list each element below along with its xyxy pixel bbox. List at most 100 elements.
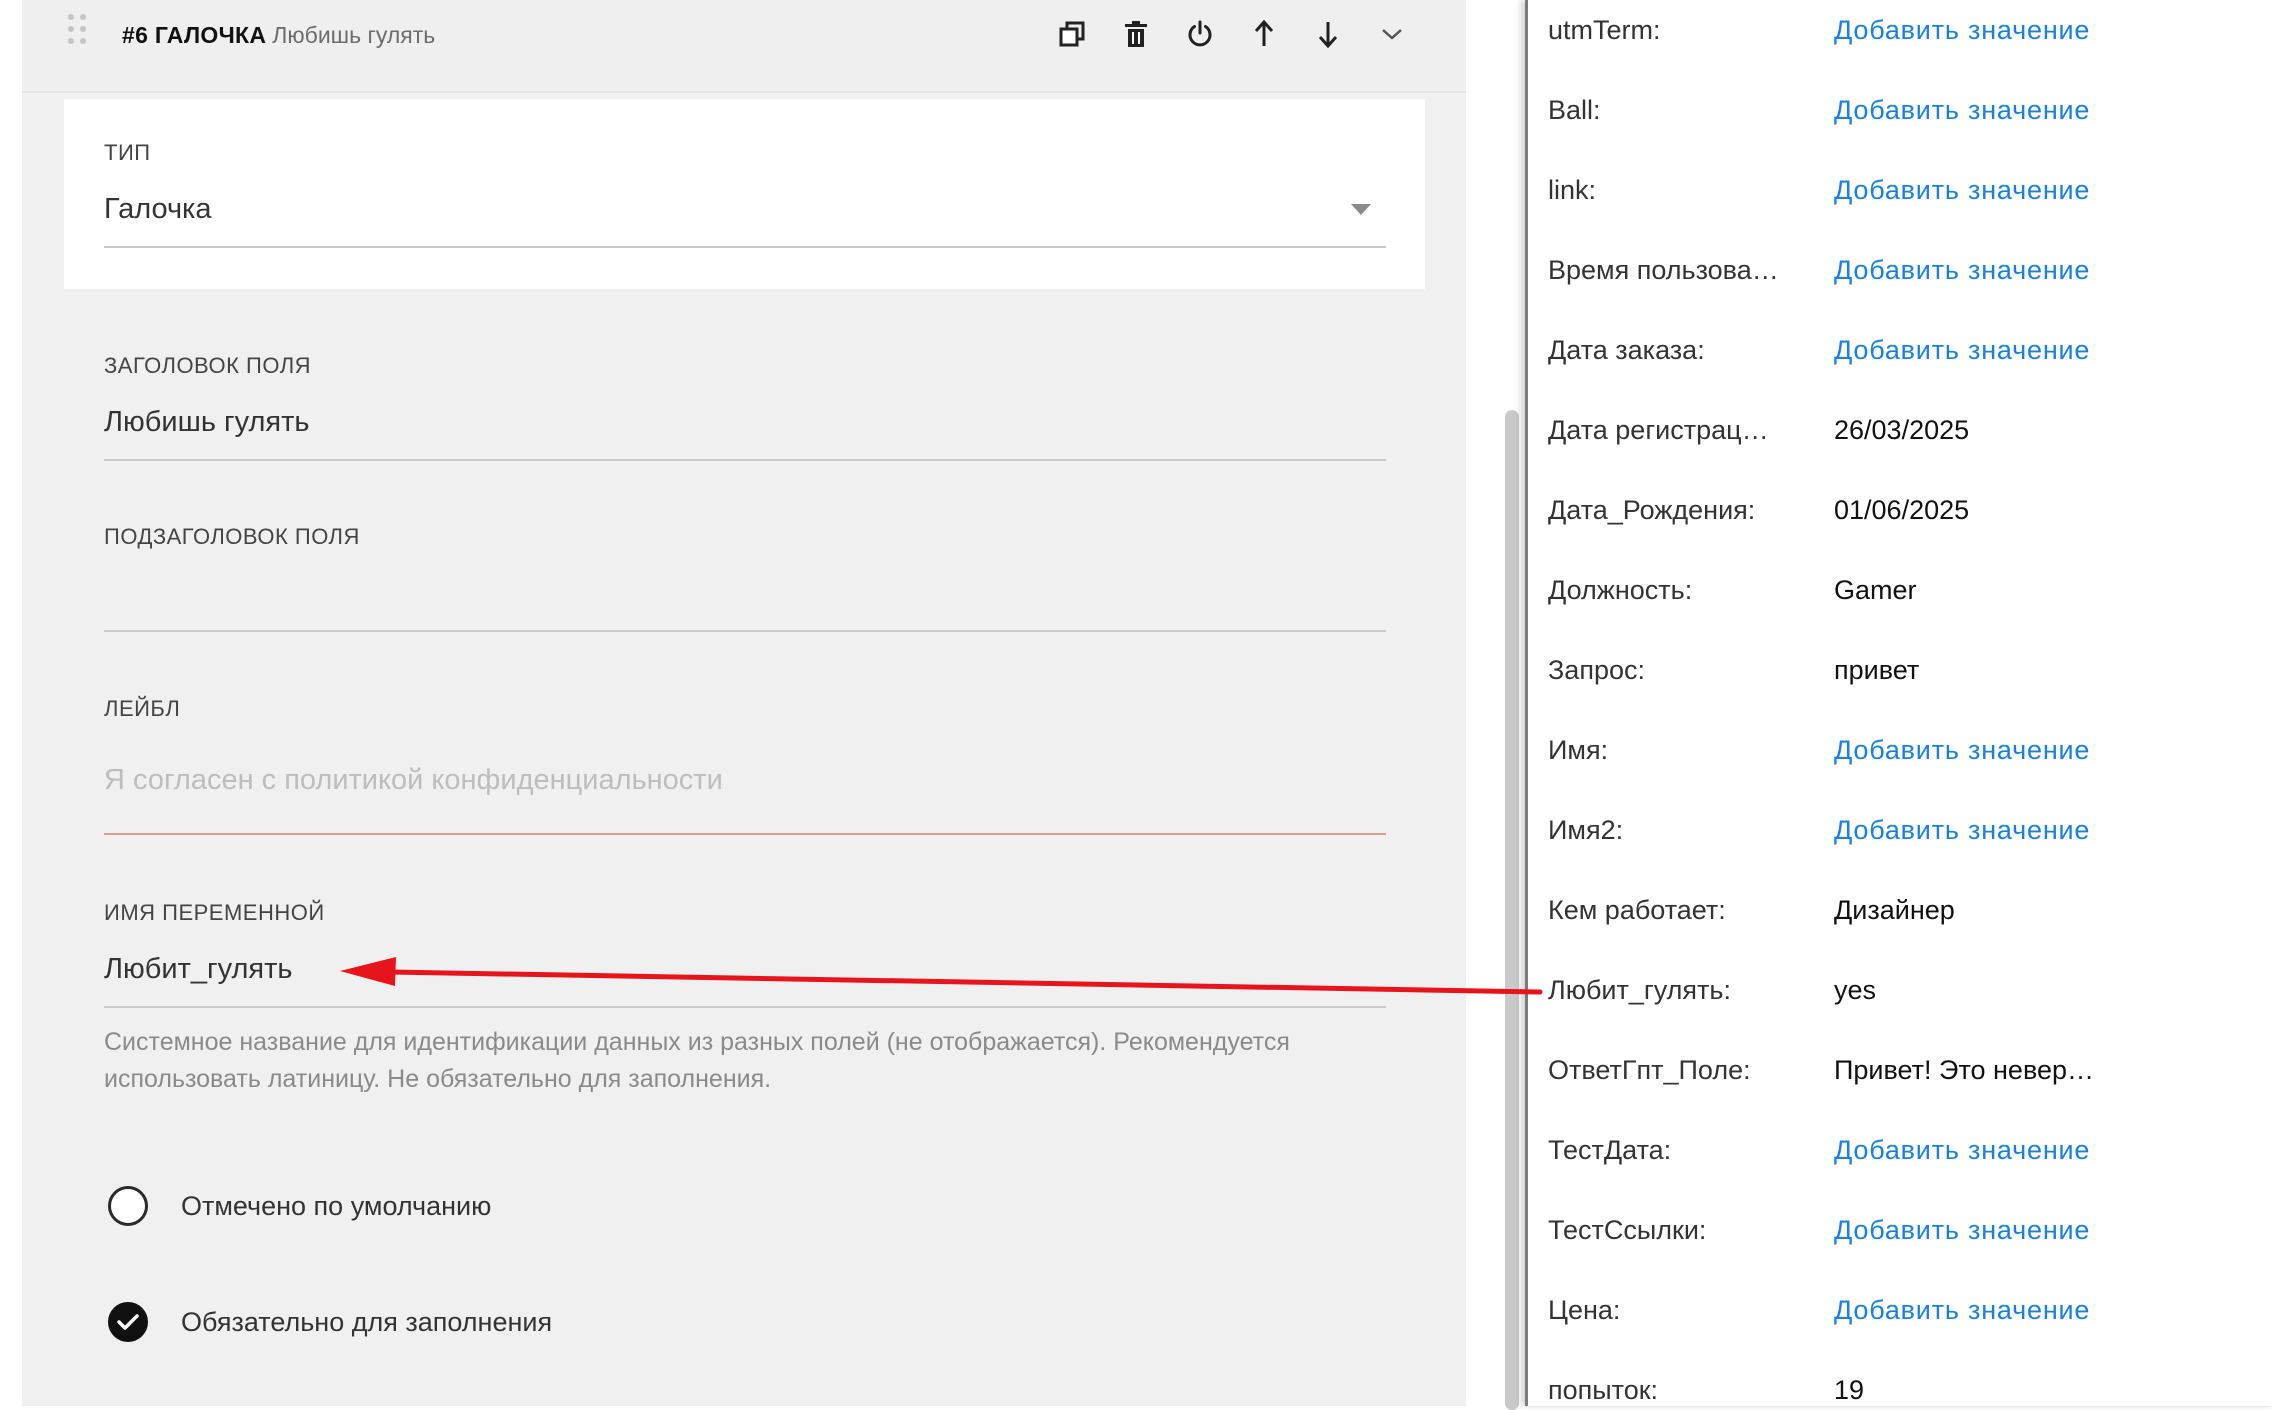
variable-value[interactable]: привет [1834, 650, 2254, 690]
checkbox-label-label: ЛЕЙБЛ [104, 696, 181, 721]
variable-name: Должность: [1548, 575, 1693, 605]
variable-row: ОтветГпт_Поле: Привет! Это невер… [1548, 1050, 2268, 1090]
variable-name: Ball: [1548, 95, 1601, 125]
variable-row: Имя2: Добавить значение [1548, 810, 2268, 850]
variable-row: Дата заказа: Добавить значение [1548, 330, 2268, 370]
variable-underline [104, 1006, 1386, 1008]
chevron-down-icon[interactable] [1372, 14, 1412, 54]
drag-handle-icon[interactable] [68, 14, 86, 50]
checkbox-label-placeholder: Я согласен с политикой конфиденциальност… [104, 764, 723, 796]
type-label: ТИП [104, 140, 151, 165]
variable-name: Дата регистрац… [1548, 415, 1769, 445]
variable-row: Время пользова… Добавить значение [1548, 250, 2268, 290]
add-value-link[interactable]: Добавить значение [1834, 250, 2254, 290]
variable-value[interactable]: 26/03/2025 [1834, 410, 2254, 450]
scrollbar-thumb[interactable] [1505, 410, 1519, 1410]
add-value-link[interactable]: Добавить значение [1834, 170, 2254, 210]
variable-row: ТестДата: Добавить значение [1548, 1130, 2268, 1170]
title-underline [104, 459, 1386, 461]
field-card-title: #6 ГАЛОЧКА Любишь гулять [122, 20, 435, 50]
variable-name: Время пользова… [1548, 255, 1779, 285]
variable-input[interactable]: Любит_гулять [104, 951, 1386, 1008]
variable-input-value: Любит_гулять [104, 953, 293, 985]
required-label: Обязательно для заполнения [181, 1306, 553, 1337]
subtitle-input[interactable] [104, 575, 1386, 632]
subtitle-field: ПОДЗАГОЛОВОК ПОЛЯ [104, 523, 1386, 551]
field-card-subtitle: Любишь гулять [272, 22, 436, 48]
select-arrow-icon[interactable] [1351, 204, 1371, 215]
variable-name: Кем работает: [1548, 895, 1726, 925]
type-field[interactable]: ТИП [104, 139, 1386, 167]
type-select-value: Галочка [104, 193, 212, 225]
variable-name: Имя: [1548, 735, 1609, 765]
check-icon [117, 1314, 139, 1330]
required-checkbox[interactable] [108, 1302, 148, 1342]
variable-value[interactable]: Gamer [1834, 570, 2254, 610]
arrow-up-icon[interactable] [1244, 14, 1284, 54]
add-value-link[interactable]: Добавить значение [1834, 810, 2254, 850]
default-checked-option[interactable]: Отмечено по умолчанию [108, 1183, 491, 1229]
variable-row: utmTerm: Добавить значение [1548, 10, 2268, 50]
add-value-link[interactable]: Добавить значение [1834, 10, 2254, 50]
required-option[interactable]: Обязательно для заполнения [108, 1299, 552, 1345]
variables-panel: utmTerm: Добавить значение Ball: Добавит… [1525, 0, 2272, 1406]
variable-value[interactable]: 01/06/2025 [1834, 490, 2254, 530]
variable-field: ИМЯ ПЕРЕМЕННОЙ [104, 899, 1386, 927]
variable-row: Цена: Добавить значение [1548, 1290, 2268, 1330]
variable-row: Имя: Добавить значение [1548, 730, 2268, 770]
power-icon[interactable] [1180, 14, 1220, 54]
default-checked-radio[interactable] [108, 1186, 148, 1226]
variable-name: Дата заказа: [1548, 335, 1705, 365]
variable-name: Цена: [1548, 1295, 1621, 1325]
variable-row: Дата_Рождения: 01/06/2025 [1548, 490, 2268, 530]
variable-value[interactable]: yes [1834, 970, 2254, 1010]
add-value-link[interactable]: Добавить значение [1834, 330, 2254, 370]
type-underline [104, 246, 1386, 248]
checkbox-label-underline [104, 833, 1386, 835]
subtitle-underline [104, 630, 1386, 632]
field-editor-panel: #6 ГАЛОЧКА Любишь гулять ТИП Галочка ЗАГ… [22, 0, 1466, 1406]
field-card-header[interactable]: #6 ГАЛОЧКА Любишь гулять [22, 0, 1466, 93]
arrow-down-icon[interactable] [1308, 14, 1348, 54]
variable-value[interactable]: 19 [1834, 1370, 2254, 1410]
add-value-link[interactable]: Добавить значение [1834, 1290, 2254, 1330]
title-label: ЗАГОЛОВОК ПОЛЯ [104, 353, 312, 378]
variable-name: Любит_гулять: [1548, 975, 1731, 1005]
variable-row: попыток: 19 [1548, 1370, 2268, 1410]
variable-row: Кем работает: Дизайнер [1548, 890, 2268, 930]
variable-name: utmTerm: [1548, 15, 1661, 45]
variable-value[interactable]: Привет! Это невер… [1834, 1050, 2254, 1090]
variable-row: Запрос: привет [1548, 650, 2268, 690]
title-input-value: Любишь гулять [104, 406, 310, 438]
trash-icon[interactable] [1116, 14, 1156, 54]
variable-value[interactable]: Дизайнер [1834, 890, 2254, 930]
copy-icon[interactable] [1052, 14, 1092, 54]
title-input[interactable]: Любишь гулять [104, 404, 1386, 461]
variable-name: ТестДата: [1548, 1135, 1672, 1165]
variable-name: ТестСсылки: [1548, 1215, 1707, 1245]
variable-hint: Системное название для идентификации дан… [104, 1028, 1290, 1093]
variable-name: ОтветГпт_Поле: [1548, 1055, 1751, 1085]
checkbox-label-input[interactable]: Я согласен с политикой конфиденциальност… [104, 762, 1386, 835]
title-field: ЗАГОЛОВОК ПОЛЯ [104, 352, 1386, 380]
checkbox-label-field: ЛЕЙБЛ [104, 695, 1386, 723]
add-value-link[interactable]: Добавить значение [1834, 90, 2254, 130]
variable-row: Любит_гулять: yes [1548, 970, 2268, 1010]
subtitle-input-value [104, 575, 1386, 611]
variable-name: Имя2: [1548, 815, 1624, 845]
add-value-link[interactable]: Добавить значение [1834, 1210, 2254, 1250]
variable-label: ИМЯ ПЕРЕМЕННОЙ [104, 900, 325, 925]
field-card-number: #6 ГАЛОЧКА [122, 22, 267, 48]
add-value-link[interactable]: Добавить значение [1834, 1130, 2254, 1170]
variable-name: link: [1548, 175, 1597, 205]
default-checked-label: Отмечено по умолчанию [181, 1190, 492, 1221]
type-select[interactable]: Галочка [104, 191, 1386, 248]
variable-name: попыток: [1548, 1375, 1659, 1405]
variable-row: ТестСсылки: Добавить значение [1548, 1210, 2268, 1250]
variable-row: link: Добавить значение [1548, 170, 2268, 210]
variable-name: Дата_Рождения: [1548, 495, 1756, 525]
add-value-link[interactable]: Добавить значение [1834, 730, 2254, 770]
subtitle-label: ПОДЗАГОЛОВОК ПОЛЯ [104, 524, 360, 549]
variable-name: Запрос: [1548, 655, 1645, 685]
variable-row: Дата регистрац… 26/03/2025 [1548, 410, 2268, 450]
